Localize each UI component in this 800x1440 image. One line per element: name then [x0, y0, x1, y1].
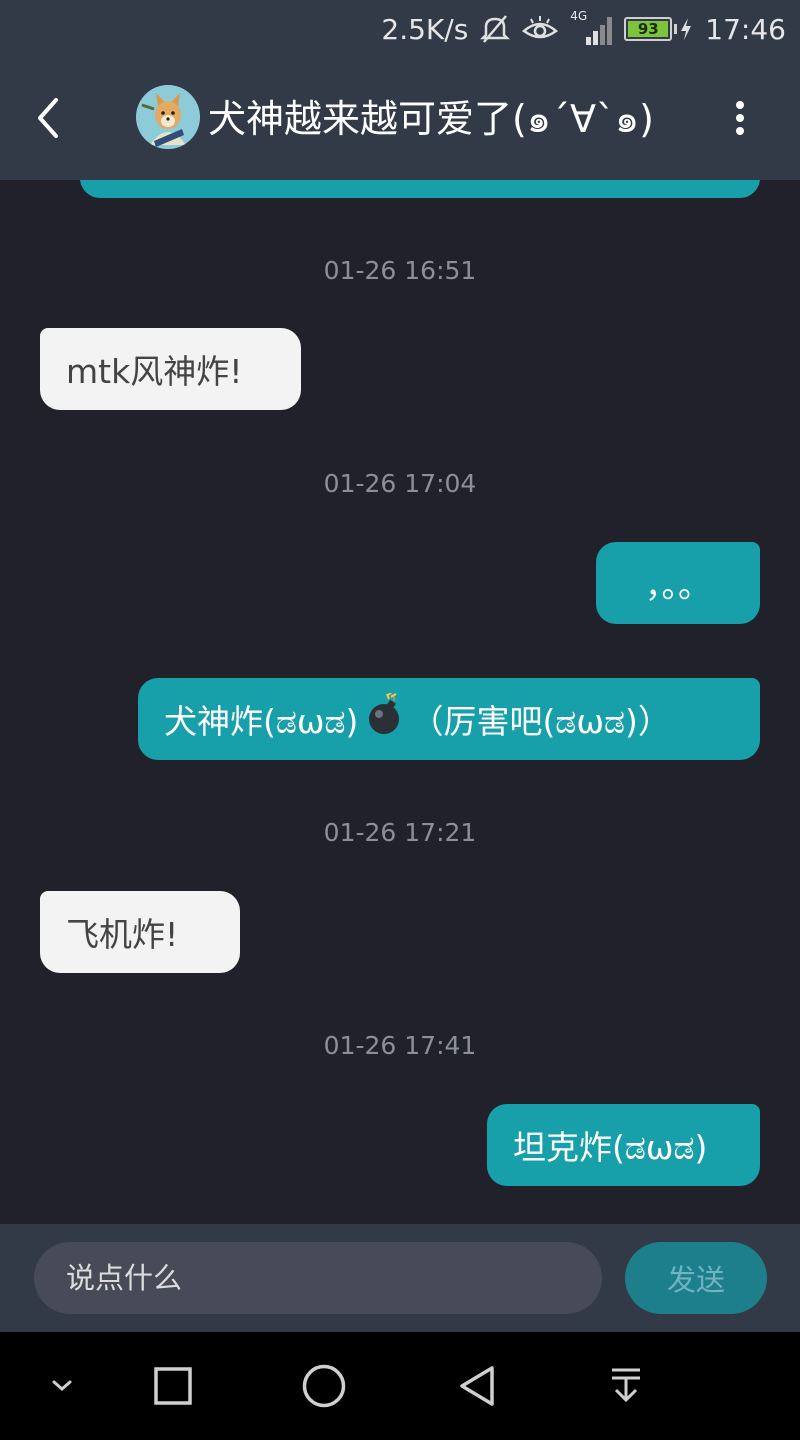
message-bubble-outgoing[interactable]: ，。。	[596, 542, 760, 624]
status-icons: 2.5K/s 4G 93 17:46	[381, 8, 786, 50]
message-bubble-outgoing-partial[interactable]	[80, 180, 760, 198]
message-bubble-outgoing[interactable]: 犬神炸(ಡωಡ) （厉害吧(ಡωಡ)）	[138, 678, 760, 760]
avatar[interactable]	[136, 85, 200, 149]
message-bubble-outgoing[interactable]: 坦克炸(ಡωಡ)	[487, 1104, 760, 1186]
message-text: 飞机炸!	[66, 915, 179, 954]
message-timestamp: 01-26 17:04	[323, 469, 477, 498]
message-bubble-incoming[interactable]: 飞机炸!	[40, 891, 240, 973]
message-text: （厉害吧(ಡωಡ)）	[410, 702, 671, 741]
message-text: 坦克炸(ಡωಡ)	[513, 1128, 708, 1167]
more-options-button[interactable]	[720, 98, 760, 138]
back-triangle-icon	[460, 1366, 494, 1406]
square-icon	[154, 1367, 192, 1405]
net-speed: 2.5K/s	[381, 12, 469, 46]
battery-level: 93	[628, 20, 669, 38]
eye-icon	[522, 15, 559, 43]
hide-nav-button[interactable]	[30, 1356, 94, 1416]
home-button[interactable]	[292, 1356, 356, 1416]
more-vert-icon	[736, 101, 744, 135]
charging-icon	[679, 17, 693, 41]
network-type: 4G	[570, 9, 588, 23]
back-button[interactable]	[24, 88, 74, 148]
chevron-down-icon	[52, 1380, 72, 1391]
system-nav-bar	[0, 1332, 800, 1440]
message-list[interactable]: 01-26 16:51 mtk风神炸! 01-26 17:04 ，。。 犬神炸(…	[0, 180, 800, 1224]
chat-title: 犬神越来越可爱了(๑´∀`๑)	[208, 97, 654, 141]
message-timestamp: 01-26 17:21	[323, 818, 477, 847]
message-text: 犬神炸(ಡωಡ)	[164, 702, 359, 741]
clock: 17:46	[705, 12, 786, 46]
status-bar: 2.5K/s 4G 93 17:46	[0, 0, 800, 58]
back-arrow-icon	[38, 98, 58, 138]
message-text: ，。。	[645, 566, 711, 605]
notification-pulldown-button[interactable]	[594, 1356, 658, 1416]
download-icon	[612, 1368, 640, 1403]
message-timestamp: 01-26 16:51	[323, 256, 477, 285]
bomb-icon	[364, 691, 404, 745]
battery-icon: 93	[624, 17, 678, 41]
message-bubble-incoming[interactable]: mtk风神炸!	[40, 328, 301, 410]
message-timestamp: 01-26 17:41	[323, 1031, 477, 1060]
nav-back-button[interactable]	[444, 1356, 508, 1416]
composer-bar: 发送	[0, 1224, 800, 1332]
mute-icon	[480, 13, 511, 45]
send-button[interactable]: 发送	[625, 1242, 767, 1314]
message-input[interactable]	[34, 1242, 602, 1314]
signal-icon: 4G	[570, 9, 613, 45]
chat-header: 犬神越来越可爱了(๑´∀`๑)	[0, 58, 800, 180]
message-text: mtk风神炸!	[66, 352, 243, 391]
recents-button[interactable]	[141, 1356, 205, 1416]
circle-icon	[302, 1364, 346, 1408]
